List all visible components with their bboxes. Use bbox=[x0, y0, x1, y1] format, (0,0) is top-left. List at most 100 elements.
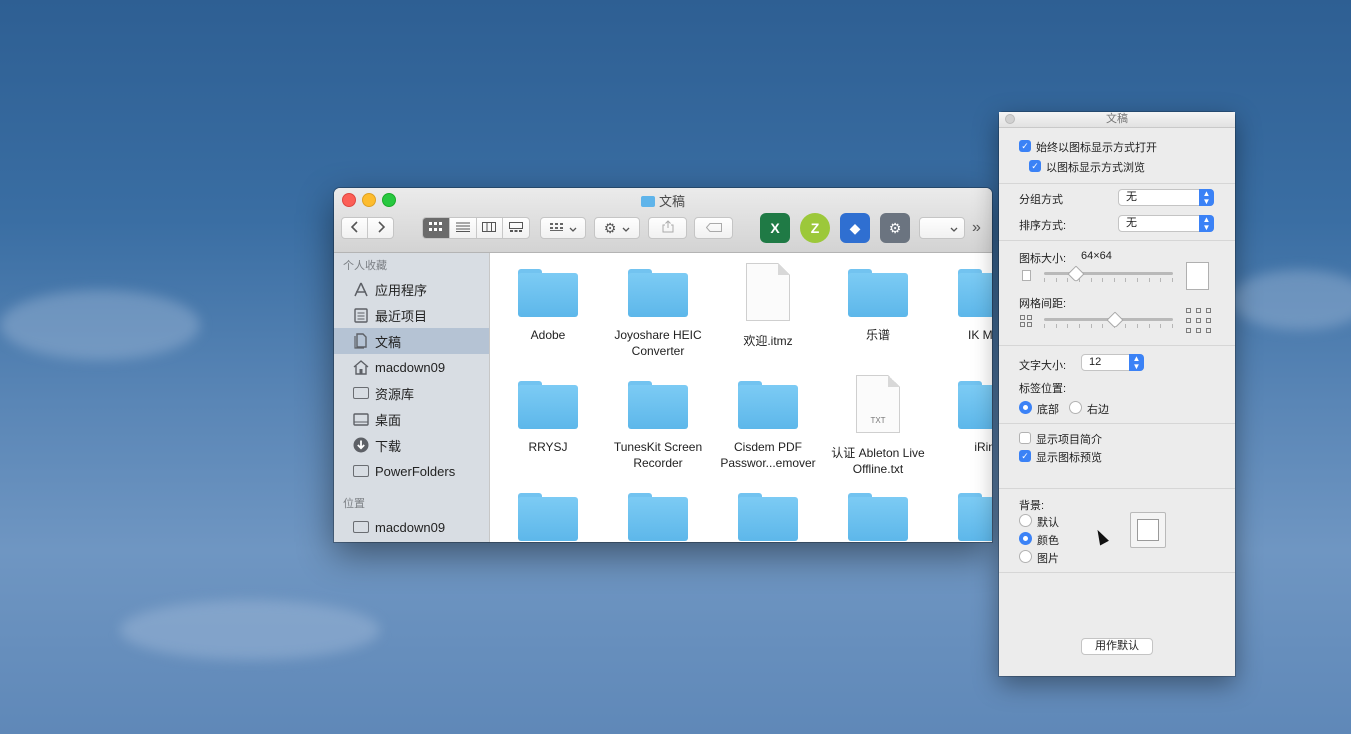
label-position-right-radio[interactable] bbox=[1069, 401, 1082, 414]
show-item-info-checkbox[interactable] bbox=[1019, 432, 1031, 444]
folder-item[interactable]: Adobe bbox=[493, 263, 603, 343]
folder-item[interactable]: Joyoshare HEIC Converter bbox=[603, 263, 713, 359]
downloads-icon bbox=[352, 437, 370, 453]
file-name: IK Multi bbox=[967, 328, 992, 342]
sidebar-item-library[interactable]: 资源库 bbox=[334, 380, 489, 406]
sidebar-item-label: 桌面 bbox=[375, 412, 402, 428]
separator bbox=[999, 183, 1235, 184]
disk-icon bbox=[353, 521, 369, 533]
background-default-radio[interactable] bbox=[1019, 514, 1032, 527]
txt-label: TXT bbox=[870, 416, 886, 425]
up-down-arrows-icon: ▲ ▼ bbox=[1199, 189, 1214, 206]
share-icon bbox=[662, 220, 674, 236]
browse-icon-view-label: 以图标显示方式浏览 bbox=[1046, 162, 1145, 174]
always-open-icon-view-label: 始终以图标显示方式打开 bbox=[1036, 142, 1157, 154]
folder-item[interactable] bbox=[933, 487, 992, 541]
sidebar-item-label: macdown09 bbox=[375, 519, 446, 535]
gallery-view-button[interactable] bbox=[503, 218, 529, 238]
text-size-value: 12 bbox=[1089, 356, 1102, 368]
always-open-icon-view-checkbox[interactable]: ✓ bbox=[1019, 140, 1031, 152]
folder-item[interactable]: iRing bbox=[933, 375, 992, 455]
folder-item[interactable] bbox=[493, 487, 603, 541]
folder-item[interactable] bbox=[823, 487, 933, 541]
list-view-button[interactable] bbox=[450, 218, 477, 238]
file-name: 认证 Ableton Live Offline.txt bbox=[831, 446, 925, 476]
folder-icon bbox=[848, 493, 908, 541]
folder-item[interactable]: TunesKit Screen Recorder bbox=[603, 375, 713, 471]
excel-icon[interactable]: X bbox=[760, 213, 790, 243]
separator bbox=[999, 345, 1235, 346]
document-icon bbox=[746, 263, 790, 321]
label-position-bottom-radio[interactable] bbox=[1019, 401, 1032, 414]
list-view-icon bbox=[455, 221, 470, 235]
separator bbox=[999, 240, 1235, 241]
grid-spacing-label: 网格间距: bbox=[1019, 298, 1067, 310]
locations-header: 位置 bbox=[343, 498, 365, 510]
text-size-select[interactable]: 12 ▲ ▼ bbox=[1081, 354, 1144, 371]
folder-item[interactable]: 乐谱 bbox=[823, 263, 933, 343]
blue-app-icon[interactable]: ◆ bbox=[840, 213, 870, 243]
group-by-select[interactable]: 无 ▲ ▼ bbox=[1118, 189, 1214, 206]
sidebar-item-desktop[interactable]: 桌面 bbox=[334, 406, 489, 432]
folder-item[interactable]: RRYSJ bbox=[493, 375, 603, 455]
icon-view-button[interactable] bbox=[423, 218, 450, 238]
sidebar: 个人收藏 应用程序 最近项目 文稿 macdown09 资源库 桌面 下载 Po… bbox=[334, 253, 490, 542]
toolbar-popup[interactable] bbox=[919, 217, 965, 239]
separator bbox=[999, 572, 1235, 573]
large-document-icon bbox=[1186, 262, 1209, 290]
color-well[interactable] bbox=[1130, 512, 1166, 548]
background-picture-radio[interactable] bbox=[1019, 550, 1032, 563]
up-down-arrows-icon: ▲ ▼ bbox=[1129, 354, 1144, 371]
sidebar-item-label: 文稿 bbox=[375, 334, 402, 350]
home-icon bbox=[352, 359, 370, 375]
sidebar-item-downloads[interactable]: 下载 bbox=[334, 432, 489, 458]
sidebar-item-documents[interactable]: 文稿 bbox=[334, 328, 489, 354]
folder-item[interactable] bbox=[603, 487, 713, 541]
panel-titlebar: 文稿 bbox=[999, 112, 1235, 128]
sort-by-select[interactable]: 无 ▲ ▼ bbox=[1118, 215, 1214, 232]
sidebar-item-disk[interactable]: macdown09 bbox=[334, 514, 489, 540]
use-as-defaults-button[interactable]: 用作默认 bbox=[1081, 638, 1153, 655]
folder-icon bbox=[640, 196, 655, 207]
sidebar-item-applications[interactable]: 应用程序 bbox=[334, 276, 489, 302]
toolbar-overflow-button[interactable]: » bbox=[972, 219, 981, 237]
sidebar-item-home[interactable]: macdown09 bbox=[334, 354, 489, 380]
zy-app-icon[interactable]: Z bbox=[800, 213, 830, 243]
back-button[interactable] bbox=[342, 218, 368, 238]
chevron-down-icon bbox=[569, 221, 577, 235]
sidebar-item-recents[interactable]: 最近项目 bbox=[334, 302, 489, 328]
folder-icon bbox=[518, 493, 578, 541]
applications-icon bbox=[352, 281, 370, 297]
up-down-arrows-icon: ▲ ▼ bbox=[1199, 215, 1214, 232]
background-color-radio[interactable] bbox=[1019, 532, 1032, 545]
folder-item[interactable]: IK Multi bbox=[933, 263, 992, 343]
group-button[interactable] bbox=[540, 217, 586, 239]
tag-button[interactable] bbox=[694, 217, 733, 239]
folder-item[interactable] bbox=[713, 487, 823, 541]
column-view-button[interactable] bbox=[477, 218, 504, 238]
panel-close-button[interactable] bbox=[1005, 114, 1015, 124]
action-button[interactable]: ⚙ bbox=[594, 217, 640, 239]
background-picture-label: 图片 bbox=[1037, 553, 1059, 565]
folder-item[interactable]: Cisdem PDF Passwor...emover bbox=[713, 375, 823, 471]
txt-file-item[interactable]: TXT 认证 Ableton Live Offline.txt bbox=[823, 375, 933, 477]
chevron-left-icon bbox=[350, 220, 359, 236]
show-icon-preview-checkbox[interactable]: ✓ bbox=[1019, 450, 1031, 462]
show-item-info-label: 显示项目简介 bbox=[1036, 434, 1102, 446]
separator bbox=[999, 423, 1235, 424]
share-button[interactable] bbox=[648, 217, 687, 239]
forward-button[interactable] bbox=[368, 218, 393, 238]
column-view-icon bbox=[482, 221, 497, 235]
sidebar-item-label: macdown09 bbox=[375, 359, 446, 375]
browse-icon-view-checkbox[interactable]: ✓ bbox=[1029, 160, 1041, 172]
robot-app-icon[interactable]: ⚙ bbox=[880, 213, 910, 243]
separator bbox=[999, 488, 1235, 489]
icon-size-slider[interactable] bbox=[1044, 272, 1173, 275]
folder-icon bbox=[353, 387, 369, 399]
file-name: Adobe bbox=[530, 328, 566, 342]
color-swatch bbox=[1137, 519, 1159, 541]
document-item[interactable]: 欢迎.itmz bbox=[713, 263, 823, 349]
tight-grid-icon bbox=[1020, 315, 1032, 327]
finder-window: 文稿 ⚙ X Z ◆ ⚙ » 个人收藏 应用程序 最近项目 文稿 macdown… bbox=[334, 188, 992, 542]
sidebar-item-powerfolders[interactable]: PowerFolders bbox=[334, 458, 489, 484]
